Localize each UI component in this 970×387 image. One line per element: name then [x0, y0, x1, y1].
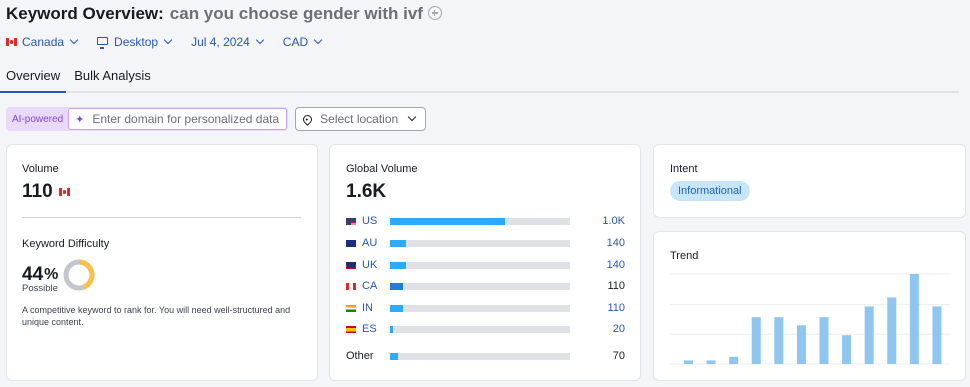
divider [22, 217, 301, 218]
intent-badge: Informational [670, 181, 750, 201]
kd-percent-sign: % [44, 266, 59, 283]
volume-bar-fill [390, 283, 403, 290]
add-circle-icon[interactable] [427, 6, 442, 20]
kd-donut-chart [63, 259, 95, 291]
volume-bar-track [390, 262, 570, 269]
country-volume-value[interactable]: 140 [582, 237, 625, 249]
ca-flag-icon [346, 282, 356, 290]
canada-flag-icon [58, 188, 70, 196]
chevron-down-icon [407, 112, 417, 122]
volume-bar-fill [390, 353, 399, 360]
date-label: Jul 4, 2024 [191, 35, 250, 49]
desktop-icon [97, 37, 109, 49]
ai-powered-badge: AI-powered [12, 113, 64, 125]
country-volume-value[interactable]: 110 [582, 302, 625, 314]
country-volume-value[interactable]: 1.0K [582, 215, 625, 227]
uk-flag-icon [346, 261, 356, 269]
volume-bar-track [390, 283, 570, 290]
chevron-down-icon [255, 35, 265, 45]
trend-bar [819, 317, 829, 364]
global-volume-row-au: AU 140 [346, 236, 626, 250]
trend-card: Trend [653, 231, 966, 381]
trend-bar [684, 360, 693, 364]
global-volume-row-us: US 1.0K [346, 214, 626, 228]
country-volume-value: 110 [607, 280, 625, 292]
volume-value: 110 [22, 181, 53, 202]
device-label: Desktop [114, 35, 159, 49]
page-title: Keyword Overview: [6, 4, 164, 23]
trend-bar [932, 306, 942, 364]
volume-bar-track [390, 326, 570, 333]
volume-bar-track [390, 240, 570, 247]
global-volume-row-es: ES 20 [346, 322, 626, 336]
trend-bar [774, 317, 784, 364]
chevron-down-icon [69, 35, 79, 45]
country-code: Other [346, 350, 374, 362]
country-volume-value[interactable]: 140 [582, 259, 625, 271]
volume-label: Volume [22, 163, 59, 175]
country-label: Canada [22, 35, 65, 49]
intent-card: Intent Informational [653, 144, 966, 218]
volume-bar-fill [390, 262, 407, 269]
currency-label: CAD [282, 35, 309, 49]
location-placeholder: Select location [320, 112, 399, 126]
title-row: Keyword Overview: can you choose gender … [6, 4, 970, 26]
device-select[interactable]: Desktop [97, 35, 173, 49]
trend-bar [842, 335, 852, 364]
volume-bar-track [390, 353, 570, 360]
volume-value-row: 110 [22, 181, 75, 203]
kd-level: Possible [22, 283, 58, 294]
country-volume-value[interactable]: 20 [582, 323, 625, 335]
kd-label: Keyword Difficulty [22, 238, 110, 250]
volume-bar-track [390, 305, 570, 312]
volume-bar-fill [390, 240, 407, 247]
intent-label: Intent [670, 163, 698, 175]
tab-bulk-analysis[interactable]: Bulk Analysis [68, 62, 157, 93]
global-volume-card: Global Volume 1.6K US 1.0K AU 140 UK 140 CA 110… [329, 144, 641, 381]
date-select[interactable]: Jul 4, 2024 [191, 35, 265, 49]
keyword-title: can you choose gender with ivf [169, 4, 423, 23]
trend-bar [729, 356, 739, 364]
global-volume-label: Global Volume [346, 163, 418, 175]
global-volume-value: 1.6K [346, 181, 387, 202]
ai-personalization-row: AI-powered ✦ Enter domain for personaliz… [6, 107, 427, 131]
filters-bar: Canada Desktop Jul 4, 2024 CAD [6, 33, 970, 51]
tab-overview[interactable]: Overview [0, 62, 67, 93]
sparkle-icon: ✦ [75, 113, 85, 126]
page-header: Keyword Overview: can you choose gender … [6, 4, 970, 51]
global-volume-row-ca: CA 110 [346, 279, 626, 293]
location-pin-icon [301, 112, 315, 126]
canada-flag-icon [6, 38, 17, 46]
global-volume-row-other: Other 70 [346, 349, 626, 363]
location-select[interactable]: Select location [295, 107, 427, 131]
chevron-down-icon [313, 35, 323, 45]
in-flag-icon [346, 304, 356, 312]
tab-bar: Overview Bulk Analysis [0, 62, 959, 93]
global-volume-row-uk: UK 140 [346, 258, 626, 272]
global-volume-row-in: IN 110 [346, 301, 626, 315]
trend-bar [751, 317, 761, 364]
trend-bar [706, 360, 716, 364]
country-select[interactable]: Canada [6, 35, 79, 49]
trend-chart [670, 273, 951, 365]
trend-bar [864, 306, 874, 364]
au-flag-icon [346, 239, 356, 247]
us-flag-icon [346, 217, 356, 225]
trend-bar [909, 274, 919, 364]
volume-card: Volume 110 Keyword Difficulty 44 % Possi… [6, 144, 318, 381]
country-volume-value: 70 [612, 350, 625, 362]
domain-input-placeholder: Enter domain for personalized data [92, 112, 280, 126]
chevron-down-icon [163, 35, 173, 45]
kd-description: A competitive keyword to rank for. You w… [22, 305, 291, 327]
es-flag-icon [346, 325, 356, 333]
trend-bar [796, 325, 806, 364]
domain-input[interactable]: ✦ Enter domain for personalized data [68, 108, 288, 130]
trend-bar [887, 297, 897, 364]
ai-domain-wrap: AI-powered ✦ Enter domain for personaliz… [6, 107, 289, 131]
volume-bar-fill [390, 218, 506, 225]
currency-select[interactable]: CAD [282, 35, 323, 49]
volume-bar-fill [390, 326, 393, 333]
volume-bar-track [390, 218, 570, 225]
volume-bar-fill [390, 305, 403, 312]
